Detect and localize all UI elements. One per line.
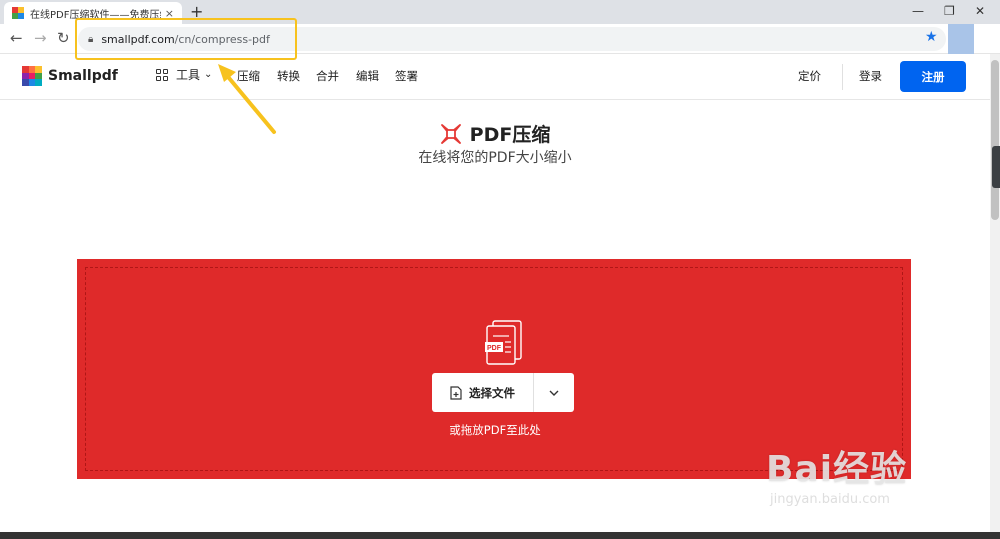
forward-icon[interactable]: → xyxy=(34,29,47,47)
choose-file-button-group: 选择文件 xyxy=(432,373,574,412)
extension-area xyxy=(948,24,974,54)
nav-pricing[interactable]: 定价 xyxy=(798,68,821,84)
nav-sign[interactable]: 签署 xyxy=(395,68,418,84)
watermark-brand: Bai经验 xyxy=(766,449,908,490)
side-widget[interactable] xyxy=(992,146,1000,188)
nav-merge[interactable]: 合并 xyxy=(316,68,339,84)
smallpdf-logo[interactable]: Smallpdf xyxy=(22,66,118,86)
pdf-document-icon: PDF xyxy=(485,320,522,365)
add-file-icon xyxy=(450,385,462,400)
restore-icon[interactable]: ❐ xyxy=(944,2,955,20)
window-close-icon[interactable]: ✕ xyxy=(975,2,985,20)
grid-icon xyxy=(156,68,168,81)
page-subtitle: 在线将您的PDF大小缩小 xyxy=(418,150,572,166)
bookmark-star-icon[interactable]: ★ xyxy=(925,29,938,45)
page-title: PDF压缩 xyxy=(0,120,990,147)
logo-text: Smallpdf xyxy=(48,68,118,84)
nav-edit[interactable]: 编辑 xyxy=(356,68,379,84)
os-taskbar xyxy=(0,532,1000,539)
site-header: Smallpdf 工具 ⌄ 压缩 转换 合并 编辑 签署 定价 登录 注册 xyxy=(0,54,990,100)
choose-source-dropdown[interactable] xyxy=(534,373,574,412)
choose-file-button[interactable]: 选择文件 xyxy=(432,373,534,412)
annotation-highlight-box xyxy=(75,18,297,60)
compress-icon xyxy=(440,123,461,144)
signup-button[interactable]: 注册 xyxy=(900,61,966,92)
header-divider xyxy=(842,64,843,90)
minimize-icon[interactable]: — xyxy=(912,2,924,20)
choose-file-label: 选择文件 xyxy=(469,385,515,400)
nav-tools-label: 工具 xyxy=(176,68,201,82)
pdf-badge-text: PDF xyxy=(487,345,502,352)
favicon-icon xyxy=(12,7,24,19)
scrollbar-thumb[interactable] xyxy=(991,60,999,220)
back-icon[interactable]: ← xyxy=(10,29,23,47)
login-link[interactable]: 登录 xyxy=(859,68,882,84)
reload-icon[interactable]: ↻ xyxy=(57,29,70,47)
watermark-url: jingyan.baidu.com xyxy=(770,492,890,507)
baidu-watermark: Bai经验 jingyan.baidu.com xyxy=(766,432,956,520)
logo-mark-icon xyxy=(22,66,42,86)
chevron-down-icon xyxy=(549,390,559,396)
page-title-text: PDF压缩 xyxy=(469,124,551,146)
nav-tools[interactable]: 工具 ⌄ xyxy=(156,66,212,83)
